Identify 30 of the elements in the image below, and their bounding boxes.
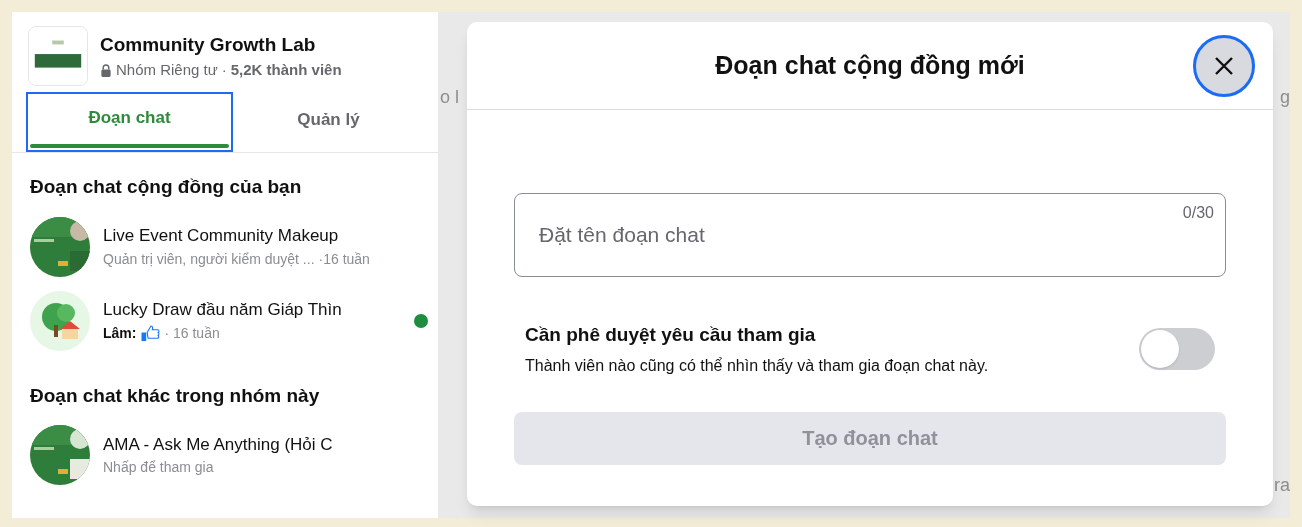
lock-icon	[100, 63, 112, 77]
separator-dot: ·	[221, 60, 227, 80]
background-text: o l	[440, 86, 459, 109]
dialog-title: Đoạn chat cộng đồng mới	[715, 49, 1025, 81]
approval-toggle[interactable]	[1139, 328, 1215, 371]
chat-name: Live Event Community Makeup	[103, 225, 340, 248]
close-icon	[1214, 56, 1234, 76]
privacy-label: Nhóm Riêng tư	[116, 60, 218, 80]
section-heading: Đoạn chat cộng đồng của bạn	[30, 175, 303, 199]
tab[interactable]: Đoạn chat	[26, 92, 233, 152]
tab[interactable]: Quản lý	[233, 92, 424, 152]
chat-time: · 16 tuần	[164, 323, 220, 343]
setting-title: Cần phê duyệt yêu cầu tham gia	[525, 323, 817, 347]
chat-item[interactable]: AMA - Ask Me Anything (Hỏi C Nhấp để tham gia	[30, 418, 430, 492]
chat-time: ·16 tuần	[318, 249, 370, 269]
chat-preview: Nhấp để tham gia	[103, 458, 214, 478]
section-heading: Đoạn chat khác trong nhóm này	[30, 383, 321, 408]
group-name: Community Growth Lab	[100, 32, 317, 57]
background-text: ra	[1274, 474, 1290, 497]
member-count: 5,2K thành viên	[230, 60, 342, 80]
chat-item[interactable]: Lucky Draw đầu năm Giáp Thìn Lâm: · 16 tuần	[30, 283, 430, 358]
group-logo	[28, 26, 88, 86]
background-text: g	[1280, 86, 1290, 109]
sender-name: Lâm:	[103, 323, 137, 343]
chat-name: AMA - Ask Me Anything (Hỏi C	[103, 433, 334, 456]
chat-item[interactable]: Live Event Community Makeup Quản trị viên, người kiểm duyệt ... ·16 tuần	[30, 209, 430, 284]
setting-description: Thành viên nào cũng có thể nhìn thấy và tham gia đoạn chat này.	[525, 355, 990, 376]
chat-name: Lucky Draw đầu năm Giáp Thìn	[103, 299, 343, 322]
chat-preview: Quản trị viên, người kiểm duyệt ...	[103, 249, 315, 269]
character-counter: 0/30	[1182, 203, 1214, 223]
